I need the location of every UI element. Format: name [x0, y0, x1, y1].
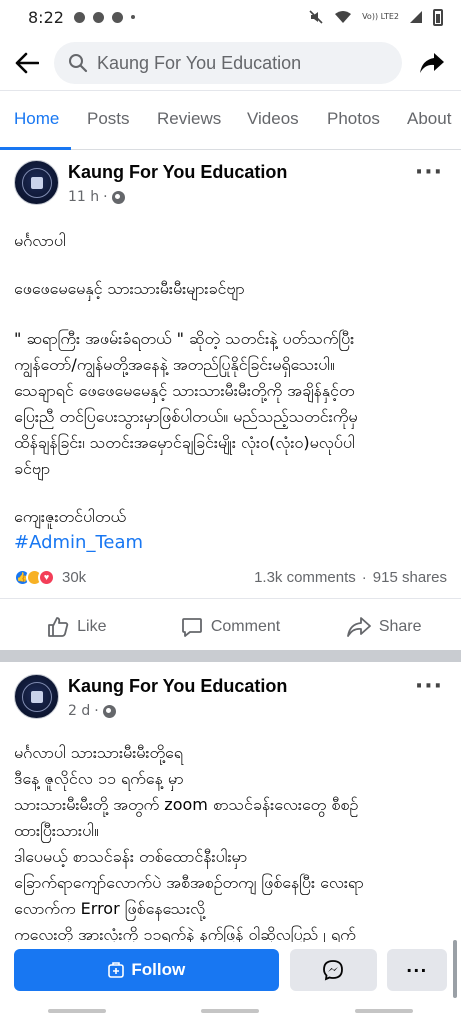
messenger-icon [323, 960, 343, 981]
thumbs-up-icon [48, 616, 69, 637]
post-line: ဖေဖေမေမေနှင့် သားသားမီးမီးများခင်ဗျာ [14, 279, 245, 298]
system-back-button[interactable] [355, 1009, 414, 1013]
more-options-button[interactable]: ··· [386, 949, 448, 991]
mute-icon [309, 10, 323, 24]
tab-home[interactable]: Home [14, 109, 59, 129]
follow-button[interactable]: Follow [14, 949, 279, 991]
top-bar: Kaung For You Education [0, 38, 461, 88]
page-tabs: Home Posts Reviews Videos Photos About [0, 90, 461, 150]
post-card: Kaung For You Education 11 h · ··· မင်္ဂ… [0, 152, 461, 650]
post-meta: 2 d · [68, 703, 116, 719]
follow-icon [108, 962, 125, 978]
post-options-button[interactable]: ··· [415, 160, 443, 185]
status-time: 8:22 [28, 7, 64, 27]
like-button[interactable]: Like [0, 616, 154, 638]
tab-reviews[interactable]: Reviews [157, 109, 221, 129]
back-button[interactable] [0, 38, 54, 88]
page-name[interactable]: Kaung For You Education [68, 162, 287, 183]
page-name[interactable]: Kaung For You Education [68, 676, 287, 697]
love-reaction-icon: ♥ [38, 568, 55, 586]
post-line: သားသားမီးမီးတို့ အတွက် zoom စာသင်ခန်းလေး… [14, 795, 359, 814]
messenger-notification-icon [92, 11, 104, 23]
back-arrow-icon [15, 52, 39, 74]
more-notifications-icon [130, 15, 135, 19]
scrollbar[interactable] [453, 940, 457, 998]
network-label: Vo)) LTE2 [362, 12, 399, 21]
reactions-count: 30k [62, 568, 87, 586]
reactions-summary[interactable]: 👍 ♥ 30k 1.3k comments · 915 shares [14, 564, 447, 590]
post-line: လောက်က Error ဖြစ်နေသေးလို့ [14, 899, 206, 918]
system-nav-bar [0, 998, 461, 1024]
share-button[interactable]: Share [307, 616, 461, 638]
globe-icon [102, 704, 116, 718]
search-value: Kaung For You Education [97, 52, 302, 73]
wifi-icon [335, 11, 352, 23]
page-action-bar: Follow ··· [0, 942, 461, 998]
battery-icon [433, 8, 443, 26]
share-arrow-icon [419, 53, 444, 73]
share-label: Share [378, 617, 422, 635]
signal-icon [410, 11, 422, 23]
tab-about[interactable]: About [407, 109, 451, 129]
home-button[interactable] [201, 1009, 260, 1013]
post-line: ဒါပေမယ့် စာသင်ခန်း တစ်ထောင်နီးပါးမှာ [14, 847, 248, 866]
notification-icon [73, 11, 85, 23]
follow-label: Follow [131, 960, 186, 979]
post-text: မင်္ဂလာပါ သားသားမီးမီးတို့ရေ ဒီနေ့ ဇူလို… [0, 728, 461, 948]
page-avatar[interactable] [14, 160, 59, 205]
page-avatar[interactable] [14, 674, 59, 719]
search-input[interactable]: Kaung For You Education [54, 42, 402, 84]
like-label: Like [77, 617, 107, 635]
tab-posts[interactable]: Posts [87, 109, 130, 129]
post-options-button[interactable]: ··· [415, 674, 443, 699]
status-bar: 8:22 Vo)) LTE2 [0, 0, 461, 34]
recent-apps-button[interactable] [47, 1009, 106, 1013]
globe-icon [111, 190, 125, 204]
post-time[interactable]: 2 d [68, 703, 90, 719]
comment-label: Comment [210, 617, 281, 635]
post-line: ဒီနေ့ ဇူလိုင်လ ၁၁ ရက်နေ့ မှာ [14, 769, 184, 788]
post-header: Kaung For You Education 2 d · ··· [0, 666, 461, 728]
post-actions: Like Comment Share [0, 598, 461, 654]
share-page-button[interactable] [402, 38, 461, 88]
comments-count[interactable]: 1.3k comments [254, 569, 356, 586]
post-separator [0, 650, 461, 662]
shares-count[interactable]: 915 shares [373, 569, 447, 586]
post-line: မင်္ဂလာပါ [14, 231, 66, 250]
post-line: မင်္ဂလာပါ သားသားမီးမီးတို့ရေ [14, 743, 183, 762]
post-meta: 11 h · [68, 189, 125, 205]
post-line: ကျေးဇူးတင်ပါတယ် [14, 507, 126, 526]
post-time[interactable]: 11 h [68, 189, 99, 205]
post-line: " ဆရာကြီး အဖမ်းခံရတယ် " ဆိုတဲ့ သတင်းနဲ့ … [14, 329, 355, 348]
post-line: ကျွန်တော်/ကျွန်မတို့အနေနဲ့ အတည်ပြုနိုင်ခ… [14, 355, 335, 374]
post-line: ထိန်ချန်ခြင်း၊ သတင်းအမှောင်ချခြင်းမျိုး … [14, 433, 355, 452]
account-icon [111, 11, 123, 23]
search-icon [69, 54, 88, 73]
post-line: ပြေးညီ တင်ပြပေးသွားမှာဖြစ်ပါတယ်။ မည်သည့်… [14, 407, 358, 426]
comment-icon [181, 617, 202, 637]
post-text: မင်္ဂလာပါ ဖေဖေမေမေနှင့် သားသားမီးမီးများ… [0, 214, 461, 556]
message-button[interactable] [289, 949, 377, 991]
share-icon [346, 616, 371, 637]
post-header: Kaung For You Education 11 h · ··· [0, 152, 461, 214]
post-line: ခြောက်ရာကျော်လောက်ပဲ အစီအစဥ်တကျ ဖြစ်နေပြ… [14, 873, 364, 892]
comment-button[interactable]: Comment [154, 616, 308, 638]
post-card: Kaung For You Education 2 d · ··· မင်္ဂလ… [0, 666, 461, 944]
active-tab-indicator [0, 147, 71, 150]
hashtag-link[interactable]: #Admin_Team [14, 530, 447, 556]
post-line: ခင်ဗျာ [14, 459, 51, 478]
tab-photos[interactable]: Photos [327, 109, 380, 129]
post-line: သေချာရင် ဖေဖေမေမေနှင့် သားသားမီးမီးတို့က… [14, 381, 355, 400]
post-line: ထားပြီးသားပါ။ [14, 821, 99, 840]
tab-videos[interactable]: Videos [247, 109, 299, 129]
